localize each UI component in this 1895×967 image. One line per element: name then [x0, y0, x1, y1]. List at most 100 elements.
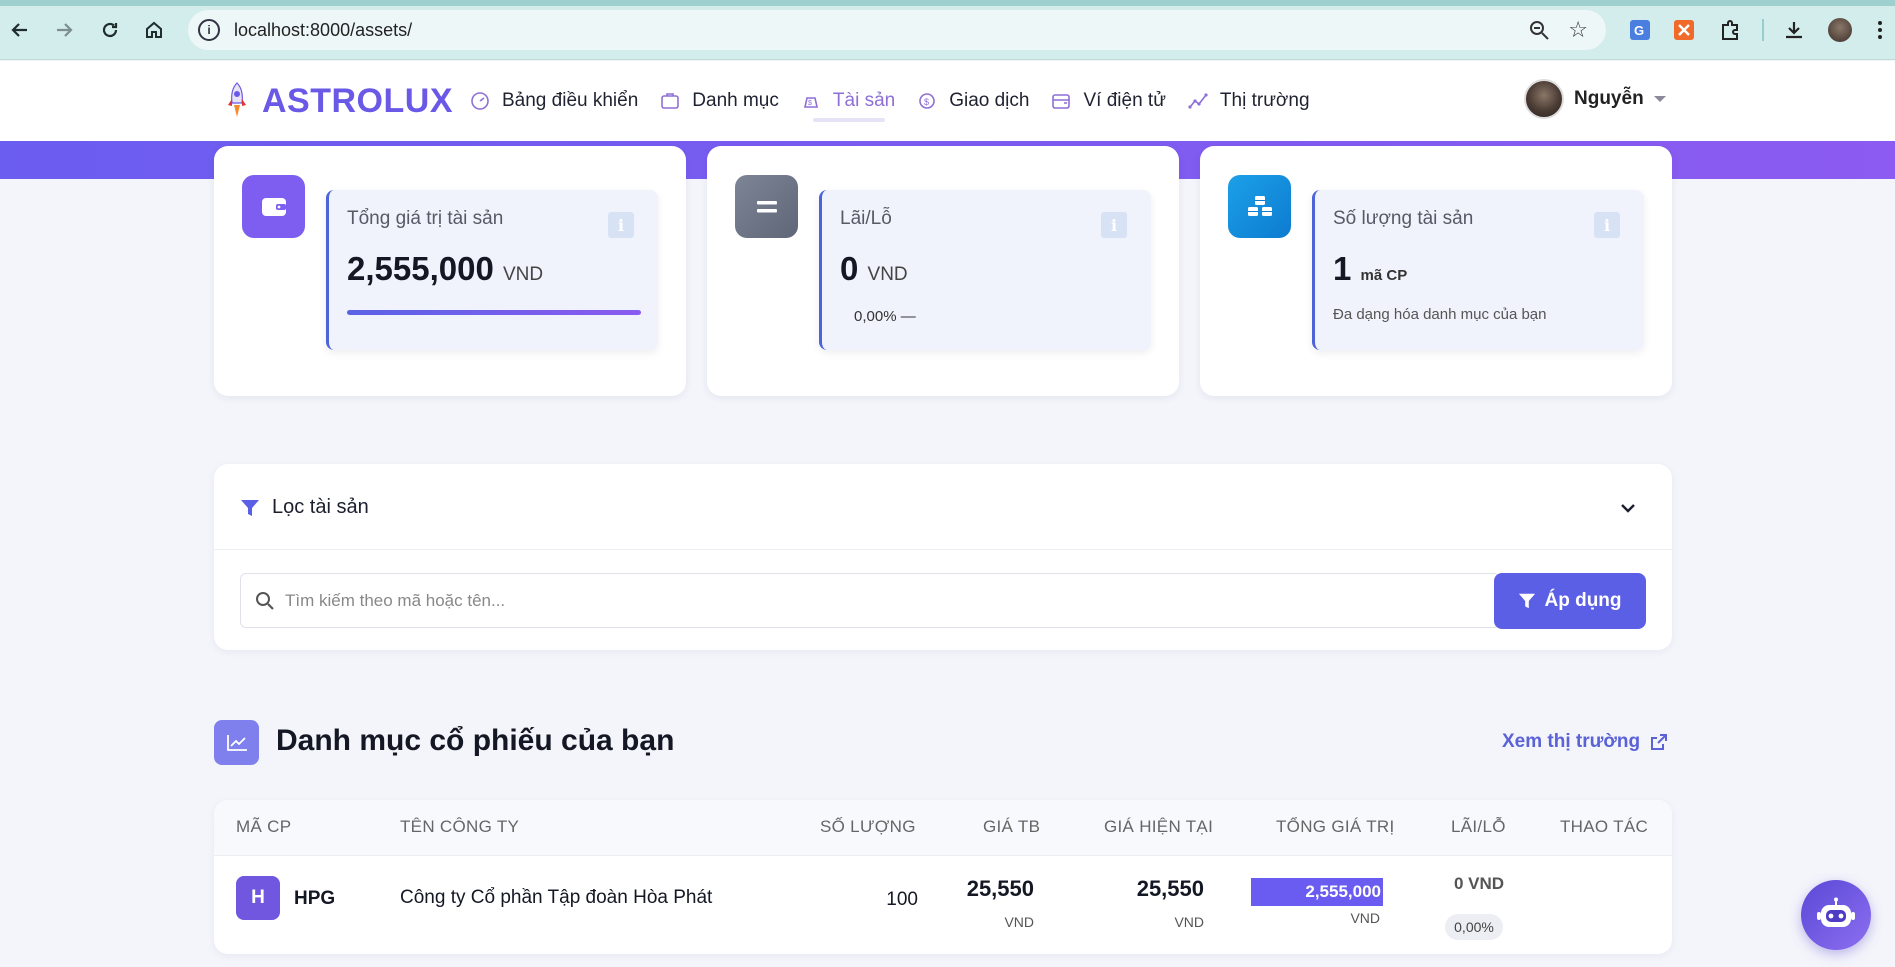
extension-orange-icon[interactable] — [1670, 16, 1698, 44]
back-icon[interactable] — [6, 16, 34, 44]
info-icon[interactable]: i — [1594, 212, 1620, 238]
search-field[interactable] — [240, 573, 1500, 628]
current-price-unit: VND — [1174, 914, 1204, 930]
user-name[interactable]: Nguyễn — [1574, 88, 1644, 110]
stat-label: Tổng giá trị tài sản — [347, 208, 504, 229]
column-header[interactable]: LÃI/LỖ — [1451, 817, 1506, 837]
stat-label: Lãi/Lỗ — [840, 208, 892, 229]
zoom-icon[interactable] — [1528, 19, 1550, 46]
search-icon — [256, 592, 274, 610]
robot-icon — [1817, 897, 1855, 927]
extensions-puzzle-icon[interactable] — [1716, 16, 1744, 44]
info-icon[interactable]: i — [1101, 212, 1127, 238]
holdings-table: MÃ CP TÊN CÔNG TY SỐ LƯỢNG GIÁ TB GIÁ HI… — [214, 800, 1672, 954]
pnl-cell: 0 VND — [1453, 874, 1505, 893]
home-icon[interactable] — [140, 16, 168, 44]
stat-value-number: 2,555,000 — [347, 250, 494, 287]
apply-button[interactable]: Áp dụng — [1494, 573, 1646, 629]
table-header: MÃ CP TÊN CÔNG TY SỐ LƯỢNG GIÁ TB GIÁ HI… — [214, 800, 1672, 856]
external-link-icon[interactable] — [1650, 733, 1668, 751]
chatbot-button[interactable] — [1801, 880, 1871, 950]
nav-item-label: Bảng điều khiển — [502, 90, 639, 111]
total-value-unit: VND — [1350, 910, 1380, 926]
filter-panel: Lọc tài sản Áp dụng — [214, 464, 1672, 650]
rocket-icon — [228, 82, 246, 117]
column-header: THAO TÁC — [1560, 817, 1649, 836]
avatar[interactable] — [1524, 79, 1564, 119]
portfolio-icon — [661, 93, 680, 109]
dashboard-icon — [471, 92, 489, 110]
translate-extension-icon[interactable]: G — [1626, 16, 1654, 44]
avg-price-unit: VND — [1004, 914, 1034, 930]
section-title: Danh mục cổ phiếu của bạn — [276, 724, 675, 757]
info-icon[interactable]: i — [608, 212, 634, 238]
avg-price-cell: 25,550 — [966, 876, 1034, 901]
stat-panel: Lãi/Lỗ i 0 VND 0,00% — — [819, 190, 1151, 350]
brand-name: ASTROLUX — [262, 81, 453, 120]
logo[interactable]: ASTROLUX — [224, 81, 453, 121]
wallet-icon — [242, 175, 305, 238]
svg-text:G: G — [1634, 23, 1644, 38]
column-header[interactable]: GIÁ HIỆN TẠI — [1104, 817, 1213, 837]
stat-unit: VND — [867, 264, 908, 285]
stat-unit: VND — [502, 264, 544, 285]
forward-icon[interactable] — [50, 16, 78, 44]
nav-item-label: Ví điện tử — [1083, 90, 1166, 111]
stat-value-number: 1 — [1333, 250, 1352, 287]
browser-toolbar: i localhost:8000/assets/ ☆ G — [0, 0, 1895, 60]
company-cell: Công ty Cổ phần Tập đoàn Hòa Phát — [400, 887, 713, 908]
column-header[interactable]: GIÁ TB — [983, 817, 1040, 837]
svg-text:$: $ — [924, 97, 929, 107]
tab-strip-edge — [0, 0, 1895, 6]
nav-item-portfolio[interactable]: Danh mục — [660, 61, 779, 141]
address-bar[interactable]: i localhost:8000/assets/ ☆ — [188, 10, 1606, 50]
column-header[interactable]: MÃ CP — [236, 817, 291, 837]
total-value-cell: 2,555,000 — [1251, 878, 1383, 906]
search-input[interactable] — [285, 588, 1465, 614]
market-icon — [1188, 93, 1208, 109]
nav-item-dashboard[interactable]: Bảng điều khiển — [470, 61, 638, 141]
table-row[interactable]: H HPG Công ty Cổ phần Tập đoàn Hòa Phát … — [214, 856, 1672, 954]
site-info-icon[interactable]: i — [198, 19, 220, 41]
stat-panel: Số lượng tài sản i 1 mã CP Đa dạng hóa d… — [1312, 190, 1644, 350]
column-header[interactable]: SỐ LƯỢNG — [820, 817, 916, 837]
app-navbar: ASTROLUX Bảng điều khiển Danh mục $ Tài … — [0, 61, 1895, 141]
nav-item-market[interactable]: Thị trường — [1188, 61, 1310, 141]
reload-icon[interactable] — [96, 16, 124, 44]
downloads-icon[interactable] — [1780, 16, 1808, 44]
quantity-cell: 100 — [886, 889, 918, 910]
main-nav: Bảng điều khiển Danh mục $ Tài sản $ Gia… — [470, 61, 1332, 141]
chevron-down-icon[interactable] — [1653, 96, 1666, 102]
current-price-cell: 25,550 — [1136, 876, 1204, 901]
filter-icon — [1519, 593, 1536, 609]
assets-icon: $ — [803, 97, 818, 108]
profile-avatar-icon[interactable] — [1826, 16, 1854, 44]
market-link[interactable]: Xem thị trường — [1502, 731, 1668, 753]
nav-item-wallet[interactable]: Ví điện tử — [1051, 61, 1166, 141]
stat-card-pnl: Lãi/Lỗ i 0 VND 0,00% — — [707, 146, 1179, 396]
nav-item-assets[interactable]: $ Tài sản — [801, 61, 895, 141]
chevron-down-icon[interactable] — [1618, 498, 1638, 518]
wallet-icon — [1052, 94, 1071, 109]
stat-unit: mã CP — [1360, 267, 1408, 284]
user-menu[interactable]: Nguyễn — [1524, 79, 1666, 119]
stat-value-number: 0 — [840, 250, 859, 287]
filter-header[interactable]: Lọc tài sản — [214, 464, 1672, 550]
nav-item-transactions[interactable]: $ Giao dịch — [917, 61, 1029, 141]
nav-item-label: Thị trường — [1219, 90, 1310, 111]
pnl-percent-badge: 0,00% — [1445, 914, 1503, 940]
active-indicator — [812, 118, 886, 122]
browser-menu-icon[interactable] — [1866, 16, 1894, 44]
stat-panel: Tổng giá trị tài sản i 2,555,000 VND — [326, 190, 658, 350]
stat-card-asset-count: Số lượng tài sản i 1 mã CP Đa dạng hóa d… — [1200, 146, 1672, 396]
svg-text:$: $ — [808, 100, 812, 107]
market-link-label[interactable]: Xem thị trường — [1502, 731, 1640, 753]
column-header[interactable]: TÊN CÔNG TY — [400, 817, 519, 837]
url-text[interactable]: localhost:8000/assets/ — [234, 20, 412, 41]
bookmark-star-icon[interactable]: ☆ — [1568, 17, 1588, 43]
stat-label: Số lượng tài sản — [1333, 208, 1474, 229]
progress-bar — [347, 310, 641, 315]
column-header[interactable]: TỔNG GIÁ TRỊ — [1276, 817, 1395, 837]
toolbar-divider — [1762, 19, 1764, 41]
stat-value: 0 VND — [840, 250, 908, 288]
